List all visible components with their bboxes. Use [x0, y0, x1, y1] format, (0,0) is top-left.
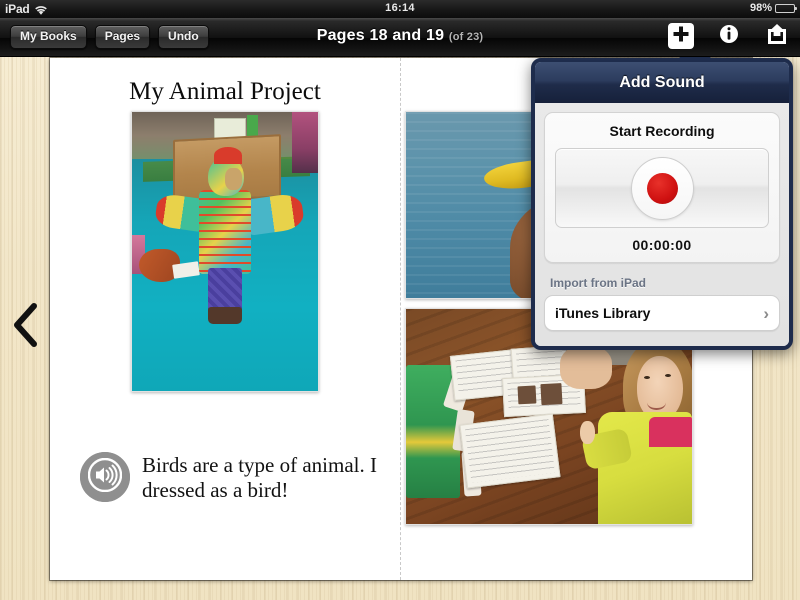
record-button[interactable]: [555, 148, 769, 228]
add-button[interactable]: [668, 23, 694, 49]
battery-percent-label: 98%: [749, 2, 772, 14]
import-section-label: Import from iPad: [550, 276, 647, 290]
photo-bird-costume-image: [132, 112, 318, 391]
book-page-title: My Animal Project: [129, 78, 321, 105]
record-dot-icon: [646, 172, 678, 204]
itunes-library-row[interactable]: iTunes Library ›: [544, 295, 780, 331]
previous-page-button[interactable]: [10, 302, 42, 348]
chevron-left-icon: [10, 303, 42, 352]
popover-body: Start Recording 00:00:00 Import from iPa…: [535, 103, 789, 346]
speaker-icon: [87, 457, 123, 497]
ipad-screen: iPad 16:14 98% My Books Pages Undo Pages…: [0, 0, 800, 600]
page-caption-text: Birds are a type of animal. I dressed as…: [142, 453, 377, 502]
page-title-count: (of 23): [448, 31, 484, 43]
battery-icon: [775, 3, 797, 13]
record-button-ring: [630, 156, 694, 220]
add-sound-popover: Add Sound Start Recording 00:00:00 Impor…: [531, 58, 793, 350]
page-left[interactable]: My Animal Project Birds are a type of an…: [50, 58, 400, 580]
status-bar: iPad 16:14 98%: [0, 0, 800, 18]
toolbar-right-buttons: [668, 23, 790, 49]
chevron-right-icon: ›: [763, 303, 769, 323]
recording-timer: 00:00:00: [632, 237, 692, 253]
itunes-library-label: iTunes Library: [555, 305, 651, 321]
status-bar-right: 98%: [749, 2, 797, 14]
page-title-text: Pages 18 and 19: [316, 27, 445, 44]
start-recording-label: Start Recording: [609, 123, 715, 139]
popover-title: Add Sound: [535, 62, 789, 104]
photo-bird-costume[interactable]: [131, 111, 319, 392]
recording-card: Start Recording 00:00:00: [544, 112, 780, 263]
share-icon: [766, 23, 788, 49]
info-icon: [719, 24, 739, 49]
share-button[interactable]: [764, 23, 790, 49]
page-sound-caption-row: Birds are a type of animal. I dressed as…: [80, 452, 380, 503]
app-toolbar: My Books Pages Undo Pages 18 and 19 (of …: [0, 18, 800, 57]
play-sound-button[interactable]: [80, 452, 130, 502]
plus-icon: [672, 25, 690, 48]
info-button[interactable]: [716, 23, 742, 49]
status-bar-time: 16:14: [385, 2, 415, 14]
